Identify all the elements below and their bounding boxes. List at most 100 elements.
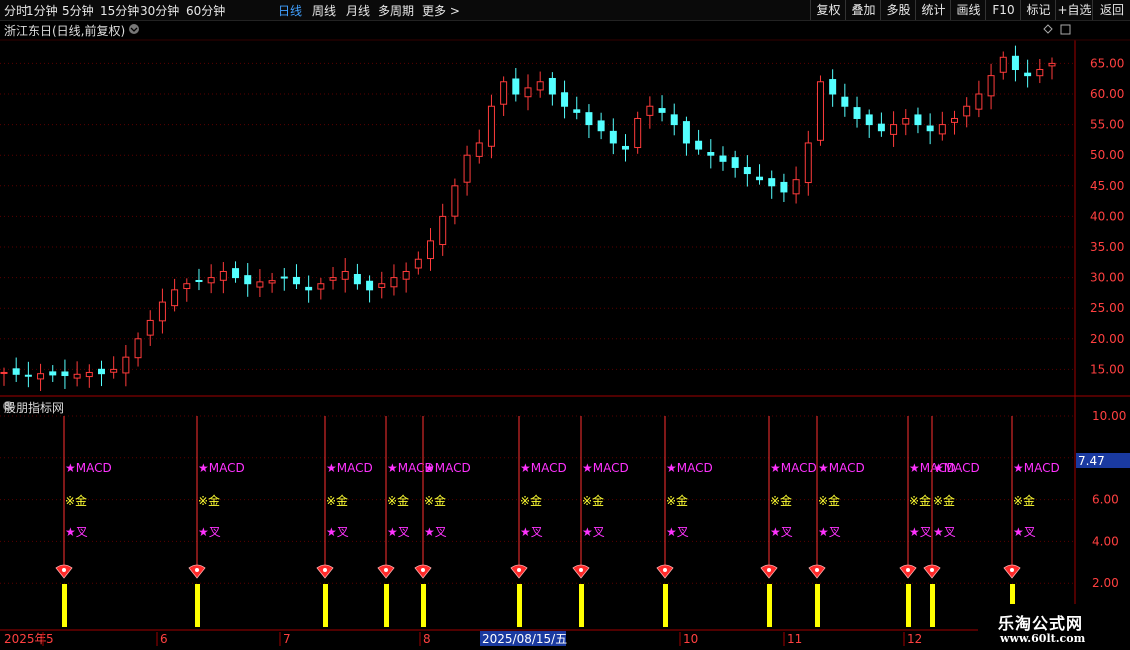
candle-body <box>329 277 337 281</box>
signal-macd-label: ★MACD <box>582 461 629 475</box>
signal-cross-label: ★叉 <box>770 525 793 539</box>
candle-body <box>792 179 800 195</box>
date-tick-label: 12 <box>907 632 922 646</box>
candle-body <box>402 270 410 280</box>
toolbar-button-1[interactable]: 叠加 <box>845 0 881 20</box>
period-tab-9[interactable]: 多周期 <box>378 2 414 19</box>
candle-body <box>926 125 934 132</box>
kline-chart: 65.00 60.00 55.00 50.00 45.00 40.00 35.00 30.00… <box>0 24 1130 650</box>
signal-cross-label: ★叉 <box>909 525 932 539</box>
candle-body <box>24 374 32 377</box>
candle-body <box>963 105 971 117</box>
signal-bar <box>579 584 584 627</box>
watermark-url: www.60lt.com <box>1000 632 1086 645</box>
signal-bar <box>767 584 772 627</box>
signal-macd-label: ★MACD <box>770 461 817 475</box>
signal-bar <box>195 584 200 627</box>
toolbar-button-6[interactable]: 标记 <box>1020 0 1056 20</box>
signal-bar <box>517 584 522 627</box>
candle-body <box>134 338 142 359</box>
period-tab-10[interactable]: 更多 > <box>422 2 460 19</box>
candle-body <box>768 178 776 187</box>
signal-bar <box>815 584 820 627</box>
candle-body <box>244 275 252 285</box>
candle-body <box>97 368 105 375</box>
candle-body <box>524 87 532 98</box>
period-tab-3[interactable]: 15分钟 <box>100 2 139 19</box>
candle-body <box>390 277 398 288</box>
signal-gold-label: ※金 <box>933 493 955 508</box>
period-tab-7[interactable]: 周线 <box>312 2 336 19</box>
indicator-tick-label: 6.00 <box>1092 493 1119 507</box>
period-tab-5[interactable]: 60分钟 <box>186 2 225 19</box>
price-tick-label: 25.00 <box>1090 301 1124 315</box>
signal-cross-label: ★叉 <box>1013 525 1036 539</box>
signal-cross-label: ★叉 <box>666 525 689 539</box>
candle-body <box>695 140 703 150</box>
candle-body <box>110 368 118 373</box>
candle-body <box>682 121 690 144</box>
signal-cross-label: ★叉 <box>198 525 221 539</box>
toolbar-button-7[interactable]: +自选 <box>1055 0 1093 20</box>
candle-body <box>829 79 837 95</box>
candle-body <box>975 93 983 110</box>
candle-body <box>512 78 520 95</box>
signal-cross-label: ★叉 <box>933 525 956 539</box>
signal-bar <box>663 584 668 627</box>
indicator-tick-label: 2.00 <box>1092 576 1119 590</box>
signal-gold-label: ※金 <box>582 493 604 508</box>
candle-body <box>183 283 191 290</box>
toolbar-button-3[interactable]: 统计 <box>915 0 951 20</box>
signal-gold-label: ※金 <box>387 493 409 508</box>
signal-cross-label: ★叉 <box>582 525 605 539</box>
period-tab-6[interactable]: 日线 <box>278 2 302 19</box>
candle-body <box>1048 62 1056 67</box>
toolbar-button-2[interactable]: 多股 <box>880 0 916 20</box>
candle-body <box>707 152 715 156</box>
candle-body <box>1011 55 1019 71</box>
price-tick-label: 30.00 <box>1090 271 1124 285</box>
candle-body <box>877 123 885 132</box>
candle-body <box>366 280 374 291</box>
candle-body <box>463 154 471 183</box>
candle-body <box>268 280 276 284</box>
signal-macd-label: ★MACD <box>326 461 373 475</box>
signal-macd-label: ★MACD <box>1013 461 1060 475</box>
candle-body <box>146 319 154 336</box>
candle-body <box>573 109 581 113</box>
candle-body <box>0 371 8 374</box>
toolbar-button-0[interactable]: 复权 <box>810 0 846 20</box>
window-icon <box>1060 24 1071 35</box>
period-tab-4[interactable]: 30分钟 <box>140 2 179 19</box>
signal-bar <box>421 584 426 627</box>
period-tab-8[interactable]: 月线 <box>346 2 370 19</box>
signal-macd-label: ★MACD <box>65 461 112 475</box>
candle-body <box>73 373 81 379</box>
signal-cross-label: ★叉 <box>387 525 410 539</box>
cursor-date-label: 2025/08/15/五 <box>482 632 567 646</box>
price-tick-label: 55.00 <box>1090 118 1124 132</box>
candle-body <box>1024 72 1032 77</box>
candle-body <box>207 277 215 284</box>
watermark-logo-text: 乐淘公式网 <box>998 614 1084 633</box>
period-tab-2[interactable]: 5分钟 <box>62 2 94 19</box>
candle-body <box>232 268 240 279</box>
candle-body <box>487 105 495 147</box>
price-tick-label: 65.00 <box>1090 56 1124 70</box>
signal-marker-dot <box>62 568 66 572</box>
signal-cross-label: ★叉 <box>326 525 349 539</box>
period-tab-0[interactable]: 分时 <box>4 2 28 19</box>
signal-gold-label: ※金 <box>198 493 220 508</box>
candle-body <box>49 371 57 376</box>
candle-body <box>378 283 386 288</box>
toolbar-button-5[interactable]: F10 <box>985 0 1021 20</box>
candle-body <box>85 371 93 378</box>
toolbar-button-4[interactable]: 画线 <box>950 0 986 20</box>
candle-body <box>743 167 751 175</box>
period-tab-1[interactable]: 1分钟 <box>26 2 58 19</box>
current-value-label: 7.47 <box>1078 454 1105 468</box>
candle-body <box>292 276 300 285</box>
price-tick-label: 40.00 <box>1090 209 1124 223</box>
toolbar-button-8[interactable]: 返回 <box>1092 0 1130 20</box>
candle-body <box>256 281 264 288</box>
